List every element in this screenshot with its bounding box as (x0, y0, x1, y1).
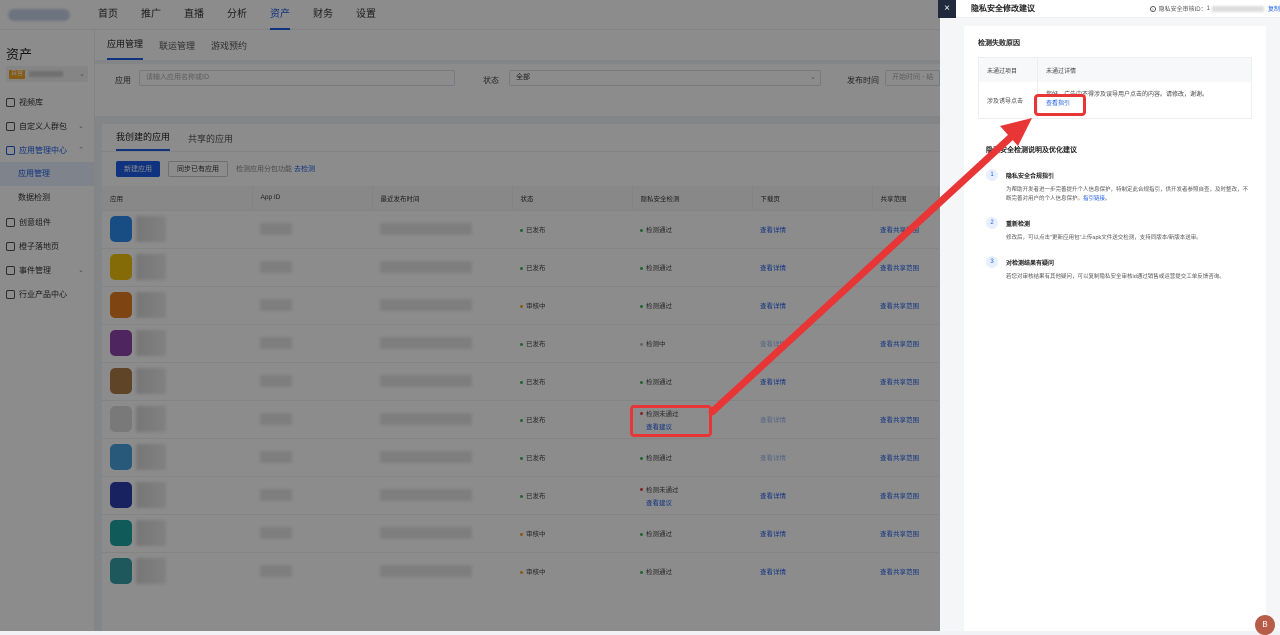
step-desc: 为帮助开发者进一步完善提升个人信息保护，特制定此合规指引，供开发者参照自查，及时… (1006, 187, 1249, 202)
step-desc: 若您对审核结果有其他疑问，可以复制隐私安全审核id通过销售或运营提交工单反馈咨询… (1006, 274, 1225, 280)
step-title: 重新检测 (1006, 222, 1031, 228)
close-icon[interactable]: × (938, 0, 956, 18)
audit-id-redacted (1211, 5, 1264, 12)
copy-button[interactable]: 复制 (1268, 4, 1280, 13)
drawer-header: 隐私安全修改建议 ? 隐私安全审核ID： 1 复制 (956, 0, 1280, 18)
fail-table-row: 涉及诱导点击 您好，广告中不得涉及误导用户点击的内容。请修改，谢谢。 查看指引 (979, 82, 1251, 118)
audit-id: ? 隐私安全审核ID： 1 复制 (1149, 4, 1280, 13)
step-number: 3 (986, 256, 998, 268)
drawer-body: 检测失败原因 未通过项目 未通过详情 涉及诱导点击 您好，广告中不得涉及误导用户… (964, 26, 1266, 631)
step-title: 隐私安全合规指引 (1006, 174, 1055, 180)
view-guide-link[interactable]: 查看指引 (1046, 100, 1251, 109)
step-title: 对检测结果有疑问 (1006, 261, 1055, 267)
fail-detail: 您好，广告中不得涉及误导用户点击的内容。请修改，谢谢。 (1046, 92, 1209, 98)
step-number: 1 (986, 169, 998, 181)
user-avatar[interactable]: B (1255, 615, 1275, 635)
fail-item: 涉及诱导点击 (987, 98, 1024, 105)
guide-link[interactable]: 指引链接 (1083, 196, 1105, 202)
fail-table: 未通过项目 未通过详情 涉及诱导点击 您好，广告中不得涉及误导用户点击的内容。请… (978, 57, 1252, 119)
advice-steps: 1 隐私安全合规指引 为帮助开发者进一步完善提升个人信息保护，特制定此合规指引，… (978, 169, 1252, 282)
advice-step: 1 隐私安全合规指引 为帮助开发者进一步完善提升个人信息保护，特制定此合规指引，… (978, 169, 1252, 204)
advice-step: 3 对检测结果有疑问 若您对审核结果有其他疑问，可以复制隐私安全审核id通过销售… (978, 256, 1252, 282)
drawer-title: 隐私安全修改建议 (971, 4, 1035, 13)
privacy-advice-drawer: × 隐私安全修改建议 ? 隐私安全审核ID： 1 复制 检测失败原因 未通过项目 … (938, 0, 1280, 631)
modal-overlay[interactable] (0, 0, 940, 631)
step-desc: 修改后，可以点击"更新应用包"上传apk文件送交检测，支持同版本/新版本送审。 (1006, 235, 1202, 241)
info-icon: ? (1149, 5, 1156, 12)
advice-section-title: 隐私安全检测说明及优化建议 (986, 147, 1077, 154)
step-number: 2 (986, 217, 998, 229)
fail-section-title: 检测失败原因 (978, 40, 1020, 47)
advice-step: 2 重新检测 修改后，可以点击"更新应用包"上传apk文件送交检测，支持同版本/… (978, 217, 1252, 243)
fail-table-header: 未通过项目 未通过详情 (979, 58, 1251, 82)
